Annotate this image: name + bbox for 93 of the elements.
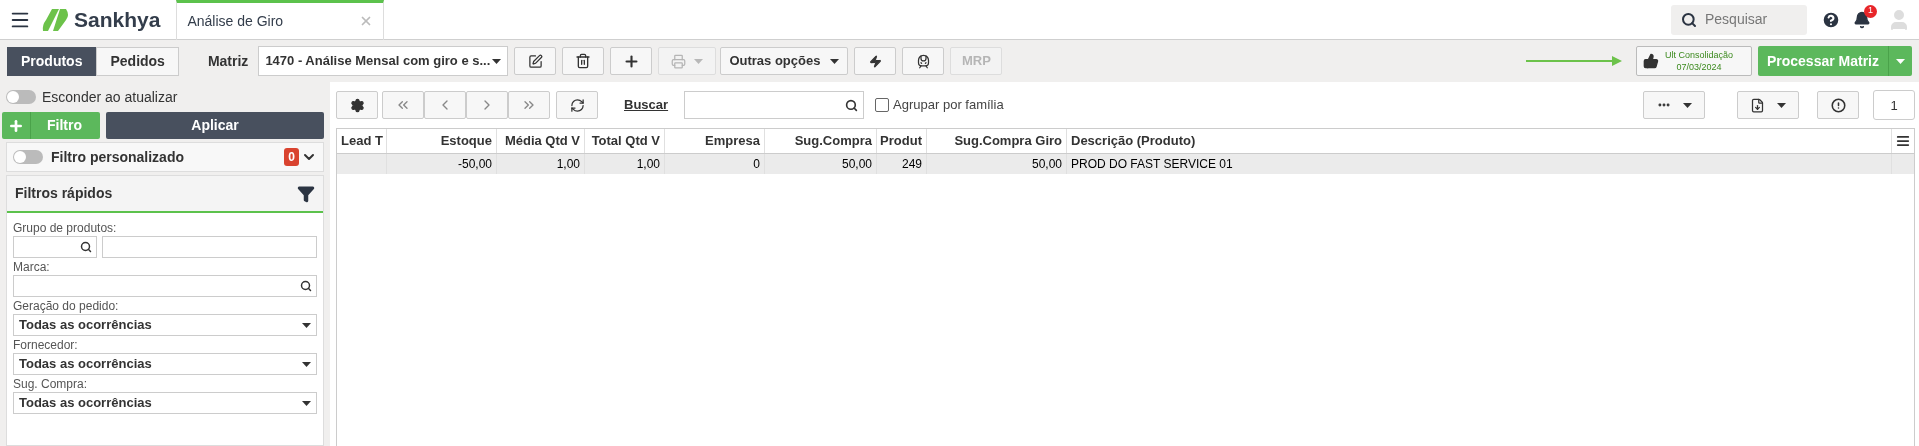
page-field[interactable]: 1 bbox=[1873, 90, 1915, 120]
logo-icon bbox=[42, 6, 70, 33]
table-cell-text: 50,00 bbox=[841, 156, 872, 173]
edit-icon bbox=[527, 53, 543, 69]
train-button[interactable] bbox=[902, 47, 945, 75]
field-label: Marca: bbox=[13, 260, 51, 275]
plus-icon bbox=[8, 117, 24, 134]
quick-filters-title: Filtros rápidos bbox=[15, 184, 113, 203]
table-row[interactable]: -50,00 1,00 1,00 0 50,00 249 50,00 PROD DO FAST SERVICE 01 bbox=[337, 154, 1914, 174]
hide-toggle-label: Esconder ao atualizar bbox=[42, 87, 178, 107]
train-icon bbox=[915, 53, 931, 69]
caret-icon bbox=[1777, 102, 1786, 108]
column-menu-icon[interactable] bbox=[1896, 134, 1910, 148]
table-cell-text: 1,00 bbox=[556, 156, 580, 173]
group-checkbox-label: Agrupar por família bbox=[893, 96, 1004, 115]
search-icon bbox=[845, 98, 859, 112]
file-icon bbox=[1750, 97, 1765, 113]
notification-count: 1 bbox=[1864, 4, 1877, 18]
field-label: Geração do pedido: bbox=[13, 299, 120, 314]
delete-button[interactable] bbox=[562, 47, 605, 75]
column-header[interactable]: Descrição (Produto) bbox=[1067, 129, 1892, 153]
search-icon bbox=[80, 241, 92, 253]
select-field[interactable]: Todas as ocorrências bbox=[13, 353, 317, 375]
table-cell-text: PROD DO FAST SERVICE 01 bbox=[1071, 156, 1233, 173]
filter-count: 0 bbox=[284, 148, 299, 166]
lookup-field[interactable] bbox=[13, 236, 97, 258]
select-field[interactable]: Todas as ocorrências bbox=[13, 392, 317, 414]
help-icon[interactable] bbox=[1821, 9, 1841, 30]
add-button[interactable] bbox=[610, 47, 653, 75]
column-header[interactable]: Total Qtd V bbox=[585, 129, 665, 153]
alert-icon bbox=[1830, 97, 1846, 113]
hide-toggle[interactable] bbox=[6, 90, 36, 104]
apply-button[interactable]: Aplicar bbox=[106, 112, 324, 139]
column-header[interactable]: Lead T bbox=[337, 129, 387, 153]
table-cell-text: 249 bbox=[901, 156, 922, 173]
field-label: Fornecedor: bbox=[13, 338, 79, 353]
caret-icon bbox=[302, 361, 311, 367]
table-cell-text: 1,00 bbox=[636, 156, 660, 173]
printer-icon bbox=[671, 53, 687, 69]
custom-filter-label: Filtro personalizado bbox=[51, 147, 185, 167]
caret-icon bbox=[830, 58, 840, 64]
caret-icon bbox=[1896, 58, 1905, 64]
view-tab[interactable]: Pedidos bbox=[96, 46, 179, 76]
consolidation-date: 07/03/2024 bbox=[1676, 61, 1722, 73]
thumbs-up-icon bbox=[1642, 53, 1659, 69]
column-header[interactable]: Estoque bbox=[387, 129, 497, 153]
refresh-icon bbox=[569, 97, 585, 113]
caret-icon bbox=[492, 58, 502, 64]
search-icon bbox=[300, 280, 312, 292]
view-tab[interactable]: Produtos bbox=[7, 46, 97, 76]
field-label: Sug. Compra: bbox=[13, 377, 89, 392]
matrix-label: Matriz bbox=[207, 51, 249, 71]
table-cell-text: 50,00 bbox=[1031, 156, 1062, 173]
more-button[interactable] bbox=[1643, 91, 1705, 119]
column-header[interactable]: Produt bbox=[877, 129, 927, 153]
lightning-icon bbox=[868, 54, 882, 68]
caret-icon bbox=[1682, 102, 1692, 108]
description-field[interactable] bbox=[102, 236, 317, 258]
group-checkbox[interactable] bbox=[875, 98, 890, 112]
field-label: Grupo de produtos: bbox=[13, 221, 118, 236]
trash-icon bbox=[575, 53, 592, 69]
consolidation-label: Ult Consolidação bbox=[1664, 49, 1733, 61]
arrow-icon bbox=[1525, 56, 1622, 66]
table-cell-text: -50,00 bbox=[457, 156, 492, 173]
column-header[interactable]: Média Qtd V bbox=[497, 129, 585, 153]
export-button[interactable] bbox=[1737, 91, 1799, 119]
matrix-select[interactable]: 1470 - Análise Mensal com giro e s... bbox=[258, 46, 509, 76]
search-icon bbox=[1681, 11, 1697, 28]
search-link[interactable]: Buscar bbox=[624, 95, 669, 115]
caret-icon bbox=[302, 400, 311, 406]
custom-filter-toggle[interactable] bbox=[13, 150, 43, 164]
filter-icon[interactable] bbox=[297, 184, 315, 203]
column-header[interactable]: Empresa bbox=[665, 129, 765, 153]
search-input[interactable]: Pesquisar bbox=[1705, 9, 1785, 30]
other-options-button[interactable]: Outras opções bbox=[720, 47, 849, 75]
edit-button[interactable] bbox=[514, 47, 557, 75]
lookup-field[interactable] bbox=[13, 275, 317, 297]
caret-icon bbox=[302, 322, 311, 328]
column-header[interactable]: Sug.Compra Giro bbox=[927, 129, 1067, 153]
lightning-button[interactable] bbox=[854, 47, 897, 75]
plus-icon bbox=[622, 52, 640, 70]
select-field[interactable]: Todas as ocorrências bbox=[13, 314, 317, 336]
settings-icon bbox=[349, 97, 365, 113]
refresh-button[interactable] bbox=[556, 91, 598, 119]
table-cell-text: 0 bbox=[753, 156, 760, 173]
search-field[interactable]: Pesquisar bbox=[1671, 4, 1807, 35]
grid-search-field[interactable] bbox=[684, 91, 865, 119]
settings-button[interactable] bbox=[336, 91, 378, 119]
caret-icon bbox=[694, 58, 704, 64]
column-header[interactable]: Sug.Compra bbox=[765, 129, 877, 153]
consolidation-button[interactable]: Ult Consolidação 07/03/2024 bbox=[1635, 46, 1752, 76]
alert-button[interactable] bbox=[1817, 91, 1859, 119]
brand-name: Sankhya bbox=[74, 6, 161, 33]
